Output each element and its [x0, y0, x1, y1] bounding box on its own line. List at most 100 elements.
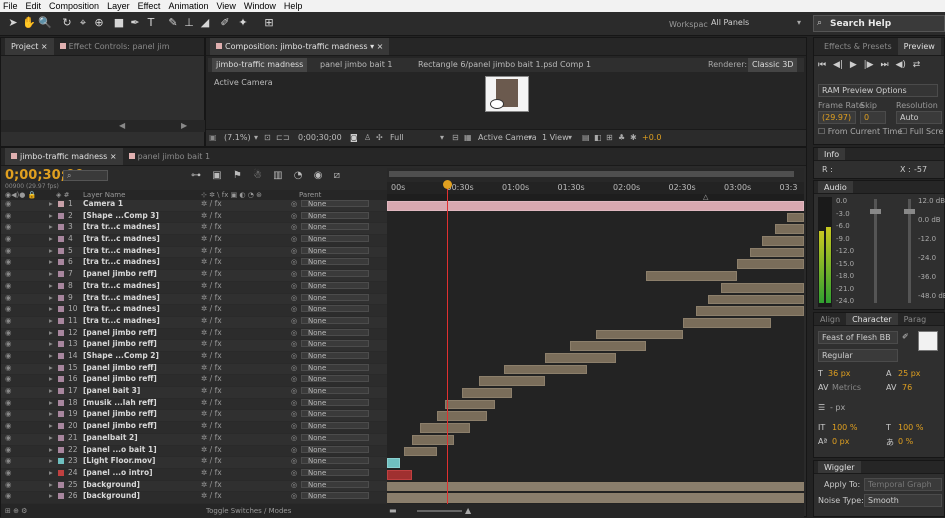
region-of-interest-icon[interactable]: ⊟ — [452, 130, 459, 146]
audio-slider-left-thumb[interactable] — [870, 209, 881, 214]
visibility-eye-icon[interactable]: ◉ — [5, 316, 12, 325]
layer-name[interactable]: [panel jimbo reff] — [83, 375, 157, 383]
audio-slider-right[interactable] — [908, 199, 911, 303]
layer-duration-bar[interactable] — [445, 399, 496, 410]
layer-name[interactable]: [panel jimbo reff] — [83, 410, 157, 418]
zoom-out-icon[interactable]: ▬ — [389, 506, 397, 515]
layer-switches-icon[interactable]: ✲ / fx — [201, 468, 222, 477]
menu-window[interactable]: Window — [244, 1, 276, 11]
visibility-eye-icon[interactable]: ◉ — [5, 468, 12, 477]
expand-layer-icon[interactable]: ▸ — [49, 492, 53, 500]
menu-edit[interactable]: Edit — [26, 1, 42, 11]
kerning-value[interactable]: Metrics — [832, 383, 861, 392]
always-preview-icon[interactable]: ▣ — [209, 130, 217, 146]
graph-editor-icon[interactable]: ⧄ — [334, 170, 340, 181]
ram-preview-options[interactable]: RAM Preview Options — [818, 84, 938, 97]
timeline-search-field[interactable]: ⌕ — [63, 170, 108, 181]
layer-duration-bar[interactable] — [774, 224, 804, 235]
layer-name[interactable]: [panel jimbo reff] — [83, 328, 157, 337]
fast-previews-icon[interactable]: ◧ — [594, 130, 602, 146]
visibility-eye-icon[interactable]: ◉ — [5, 235, 12, 243]
draft-3d-icon[interactable]: ⚑ — [233, 170, 242, 181]
label-color-swatch[interactable] — [58, 212, 64, 219]
expand-layer-icon[interactable]: ▸ — [49, 433, 53, 442]
layer-name[interactable]: [Shape ...Comp 3] — [83, 211, 159, 220]
layer-duration-bar[interactable] — [683, 317, 771, 328]
parent-select[interactable]: None — [301, 457, 369, 465]
label-color-swatch[interactable] — [58, 282, 64, 289]
layer-name[interactable]: [tra tr...c madnes] — [83, 305, 160, 313]
menu-composition[interactable]: Composition — [49, 1, 99, 11]
parent-select[interactable]: None — [301, 211, 369, 219]
layer-switches-icon[interactable]: ✲ / fx — [201, 352, 222, 360]
parent-pickwhip-icon[interactable]: ◎ — [291, 340, 297, 348]
layer-row[interactable]: ◉ ▸ 19 [panel jimbo reff] ✲ / fx ◎ None — [1, 410, 387, 423]
breadcrumb-comp[interactable]: jimbo-traffic madness — [212, 58, 308, 72]
tracking-value[interactable]: 76 — [902, 383, 912, 392]
expand-layer-icon[interactable]: ▸ — [49, 281, 53, 290]
camera-tool-icon[interactable]: ⌖ — [76, 16, 90, 30]
menu-layer[interactable]: Layer — [107, 1, 130, 11]
layer-row[interactable]: ◉ ▸ 11 [tra tr...c madnes] ✲ / fx ◎ None — [1, 316, 387, 329]
layer-duration-bar[interactable] — [545, 353, 617, 363]
parent-pickwhip-icon[interactable]: ◎ — [291, 212, 297, 220]
parent-pickwhip-icon[interactable]: ◎ — [291, 375, 297, 383]
parent-pickwhip-icon[interactable]: ◎ — [291, 270, 297, 278]
scroll-right-icon[interactable]: ▶ — [181, 121, 187, 130]
resolution-select[interactable]: Full — [390, 130, 404, 146]
expand-layer-icon[interactable]: ▸ — [49, 352, 53, 360]
layer-row[interactable]: ◉ ▸ 18 [musik ...lah reff] ✲ / fx ◎ None — [1, 398, 387, 411]
parent-select[interactable]: None — [301, 270, 369, 278]
audio-slider-left[interactable] — [874, 199, 877, 303]
noise-type-select[interactable]: Smooth — [864, 494, 942, 507]
layer-row[interactable]: ◉ ▸ 13 [panel jimbo reff] ✲ / fx ◎ None — [1, 340, 387, 352]
font-family-select[interactable]: Feast of Flesh BB — [818, 331, 898, 344]
toggle-pixel-aspect-icon[interactable]: ▤ — [582, 130, 590, 146]
brush-tool-icon[interactable]: ✎ — [166, 16, 180, 30]
label-color-swatch[interactable] — [58, 353, 64, 359]
visibility-eye-icon[interactable]: ◉ — [5, 328, 12, 337]
label-color-swatch[interactable] — [58, 306, 64, 313]
layer-duration-bar[interactable] — [420, 423, 471, 433]
layer-switches-icon[interactable]: ✲ / fx — [201, 457, 222, 465]
parent-select[interactable]: None — [301, 235, 369, 243]
current-time-indicator[interactable] — [447, 182, 448, 504]
parent-pickwhip-icon[interactable]: ◎ — [291, 364, 297, 372]
eraser-tool-icon[interactable]: ◢ — [198, 16, 212, 30]
scroll-left-icon[interactable]: ◀ — [119, 121, 125, 130]
layer-switches-icon[interactable]: ✲ / fx — [201, 410, 222, 418]
layer-name[interactable]: [panel ...o intro] — [83, 468, 153, 477]
parent-select[interactable]: None — [301, 223, 369, 231]
layer-duration-bar[interactable] — [387, 493, 804, 503]
pen-tool-icon[interactable]: ✒ — [128, 16, 142, 30]
selection-tool-icon[interactable]: ➤ — [6, 16, 20, 30]
parent-pickwhip-icon[interactable]: ◎ — [291, 422, 297, 430]
view-layout-dropdown-icon[interactable]: ▾ — [568, 130, 572, 146]
layer-duration-bar[interactable] — [737, 259, 804, 270]
visibility-eye-icon[interactable]: ◉ — [5, 352, 12, 360]
label-color-swatch[interactable] — [58, 423, 64, 430]
layer-duration-bar[interactable] — [595, 329, 684, 340]
layer-row[interactable]: ◉ ▸ 17 [panel bait 3] ✲ / fx ◎ None — [1, 387, 387, 399]
parent-select[interactable]: None — [301, 375, 369, 383]
layer-duration-bar[interactable] — [570, 341, 646, 351]
visibility-eye-icon[interactable]: ◉ — [5, 200, 12, 208]
visibility-eye-icon[interactable]: ◉ — [5, 457, 12, 465]
parent-pickwhip-icon[interactable]: ◎ — [291, 317, 297, 325]
parent-pickwhip-icon[interactable]: ◎ — [291, 305, 297, 313]
label-color-swatch[interactable] — [58, 469, 64, 476]
tab-effect-controls[interactable]: Effect Controls: panel jim — [54, 38, 176, 55]
search-help-field[interactable]: ⌕ Search Help — [813, 15, 945, 32]
motion-blur-icon[interactable]: ◔ — [294, 170, 303, 181]
label-color-swatch[interactable] — [58, 224, 64, 231]
layer-row[interactable]: ◉ ▸ 9 [tra tr...c madnes] ✲ / fx ◎ None — [1, 293, 387, 306]
visibility-eye-icon[interactable]: ◉ — [5, 480, 12, 489]
visibility-eye-icon[interactable]: ◉ — [5, 258, 12, 266]
snapshot-icon[interactable]: ◙ — [350, 130, 358, 146]
label-color-swatch[interactable] — [58, 201, 64, 207]
parent-pickwhip-icon[interactable]: ◎ — [291, 235, 297, 243]
visibility-eye-icon[interactable]: ◉ — [5, 375, 12, 383]
parent-pickwhip-icon[interactable]: ◎ — [291, 329, 297, 337]
expand-layer-icon[interactable]: ▸ — [49, 340, 53, 348]
zoom-dropdown-icon[interactable]: ▾ — [254, 130, 258, 146]
